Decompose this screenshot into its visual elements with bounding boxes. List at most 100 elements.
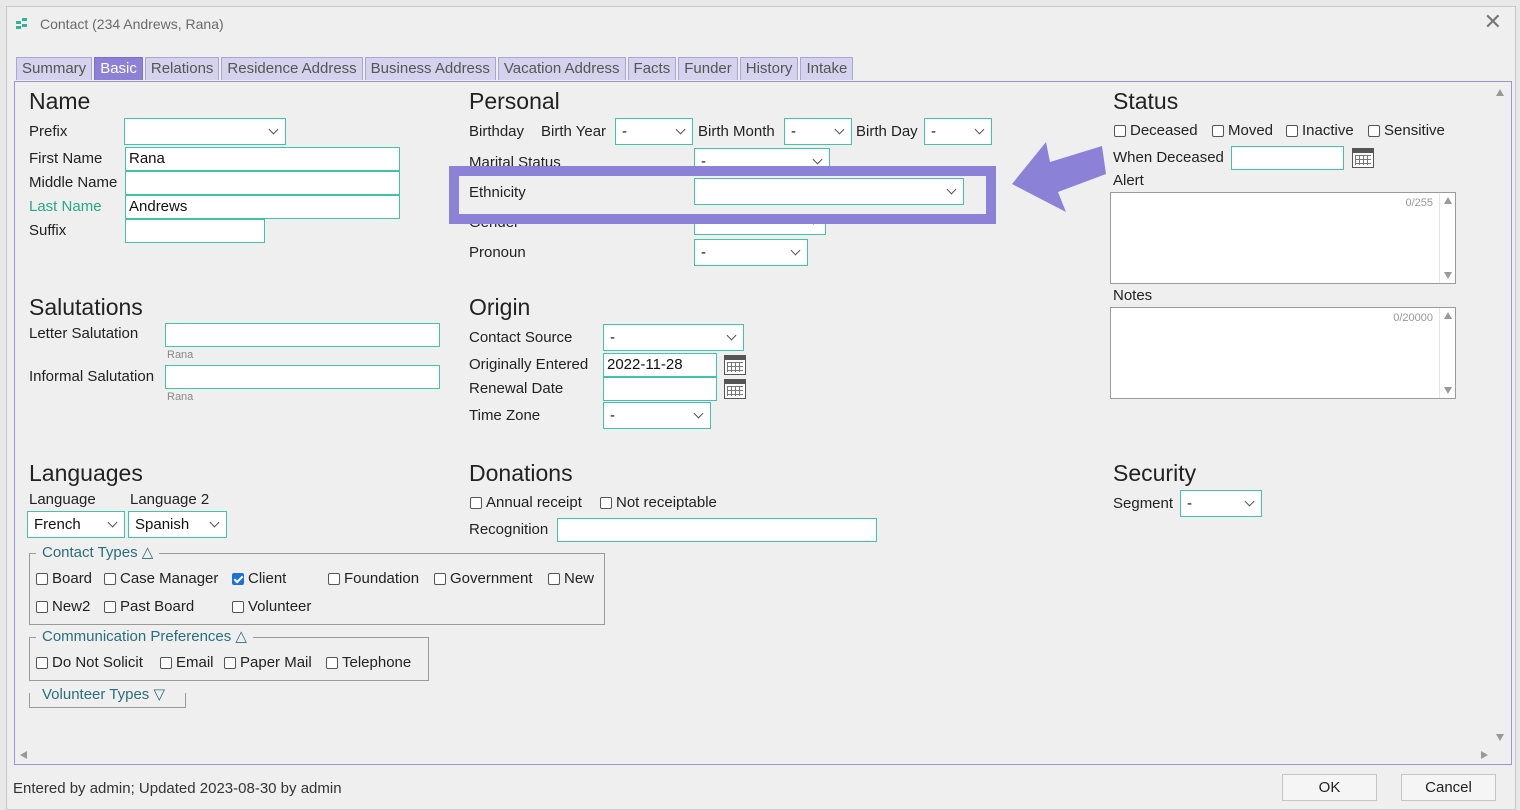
time-zone-label: Time Zone <box>469 407 541 424</box>
contact-source-value: - <box>610 329 615 346</box>
suffix-label: Suffix <box>29 222 67 239</box>
checkbox-not-receiptable[interactable]: Not receiptable <box>600 494 717 511</box>
checkbox-board[interactable]: Board <box>36 570 92 587</box>
panel-scroll-left-icon[interactable] <box>20 751 27 759</box>
alert-textarea[interactable]: 0/255 <box>1110 192 1456 284</box>
chevron-down-icon <box>268 124 279 135</box>
notes-label: Notes <box>1113 287 1153 304</box>
checkbox-foundation[interactable]: Foundation <box>328 570 419 587</box>
tab-history[interactable]: History <box>739 57 799 80</box>
contact-source-select[interactable]: - <box>603 324 744 351</box>
when-deceased-field[interactable] <box>1231 146 1344 170</box>
checkbox-client[interactable]: Client <box>232 570 286 587</box>
checkbox-moved[interactable]: Moved <box>1212 122 1273 139</box>
calendar-icon[interactable] <box>724 355 746 375</box>
volunteer-types-legend[interactable]: Volunteer Types ▽ <box>36 685 172 703</box>
pronoun-select[interactable]: - <box>694 239 808 266</box>
checkbox-volunteer[interactable]: Volunteer <box>232 598 311 615</box>
checkbox-icon <box>104 600 116 613</box>
checkbox-deceased[interactable]: Deceased <box>1114 122 1198 139</box>
checkbox-sensitive[interactable]: Sensitive <box>1368 122 1445 139</box>
first-name-field[interactable]: Rana <box>125 147 400 171</box>
personal-heading: Personal <box>469 88 560 114</box>
alert-counter: 0/255 <box>1405 197 1433 209</box>
originally-entered-field[interactable]: 2022-11-28 <box>603 353 717 377</box>
language2-select[interactable]: Spanish <box>128 511 227 538</box>
recognition-field[interactable] <box>557 518 877 542</box>
suffix-field[interactable] <box>125 219 265 243</box>
birth-month-select[interactable]: - <box>784 118 852 145</box>
volunteer-types-group: Volunteer Types ▽ <box>29 685 186 708</box>
window-title: Contact (234 Andrews, Rana) <box>40 16 224 32</box>
notes-textarea[interactable]: 0/20000 <box>1110 307 1456 399</box>
scroll-down-icon[interactable] <box>1444 387 1452 394</box>
informal-salutation-hint: Rana <box>167 391 194 403</box>
tab-funder[interactable]: Funder <box>678 57 738 80</box>
birth-month-label: Birth Month <box>698 123 775 140</box>
checkbox-paper-mail[interactable]: Paper Mail <box>224 654 312 671</box>
scroll-down-icon[interactable] <box>1444 272 1452 279</box>
notes-scrollbar[interactable] <box>1439 308 1455 398</box>
tab-residence-address[interactable]: Residence Address <box>221 57 363 80</box>
tab-relations[interactable]: Relations <box>144 57 220 80</box>
checkbox-case-manager[interactable]: Case Manager <box>104 570 218 587</box>
tab-business-address[interactable]: Business Address <box>364 57 496 80</box>
checkbox-icon <box>160 656 172 669</box>
renewal-date-field[interactable] <box>603 377 717 401</box>
segment-select[interactable]: - <box>1180 490 1262 517</box>
checkbox-label: Telephone <box>342 654 412 671</box>
checkbox-telephone[interactable]: Telephone <box>326 654 411 671</box>
middle-name-field[interactable] <box>125 171 400 195</box>
tab-intake[interactable]: Intake <box>800 57 854 80</box>
birth-year-select[interactable]: - <box>615 118 693 145</box>
ok-button[interactable]: OK <box>1282 774 1377 801</box>
checkbox-label: Volunteer <box>248 598 312 615</box>
origin-heading: Origin <box>469 294 531 320</box>
last-name-field[interactable]: Andrews <box>125 195 400 219</box>
scroll-up-icon[interactable] <box>1444 197 1452 204</box>
informal-salutation-field[interactable] <box>165 365 440 389</box>
ethnicity-label: Ethnicity <box>469 184 526 201</box>
birth-day-select[interactable]: - <box>924 118 992 145</box>
checkbox-icon <box>1368 124 1380 137</box>
panel-scroll-up-icon[interactable] <box>1496 89 1504 96</box>
time-zone-select[interactable]: - <box>603 402 711 429</box>
checkbox-icon <box>232 600 244 613</box>
checkbox-new2[interactable]: New2 <box>36 598 90 615</box>
letter-salutation-field[interactable] <box>165 323 440 347</box>
first-name-label: First Name <box>29 150 103 167</box>
chevron-down-icon <box>675 124 686 135</box>
checkbox-email[interactable]: Email <box>160 654 214 671</box>
ethnicity-select[interactable] <box>694 178 964 205</box>
calendar-icon[interactable] <box>724 379 746 399</box>
panel-scroll-down-icon[interactable] <box>1496 734 1504 741</box>
contact-types-legend[interactable]: Contact Types △ <box>36 543 160 561</box>
name-heading: Name <box>29 88 91 114</box>
scroll-up-icon[interactable] <box>1444 312 1452 319</box>
checkbox-government[interactable]: Government <box>434 570 533 587</box>
close-icon[interactable]: ✕ <box>1484 11 1502 33</box>
tab-facts[interactable]: Facts <box>627 57 677 80</box>
letter-salutation-hint: Rana <box>167 349 194 361</box>
panel-scroll-right-icon[interactable] <box>1481 751 1488 759</box>
cancel-button[interactable]: Cancel <box>1401 774 1496 801</box>
checkbox-do-not-solicit[interactable]: Do Not Solicit <box>36 654 143 671</box>
checkbox-label: Foundation <box>344 570 420 587</box>
tab-vacation-address[interactable]: Vacation Address <box>497 57 626 80</box>
language-value: French <box>34 516 81 533</box>
checkbox-past-board[interactable]: Past Board <box>104 598 194 615</box>
salutations-heading: Salutations <box>29 294 143 320</box>
prefix-select[interactable] <box>124 118 286 145</box>
communication-preferences-legend[interactable]: Communication Preferences △ <box>36 627 253 645</box>
checkbox-icon <box>470 496 482 509</box>
tab-summary[interactable]: Summary <box>16 57 93 80</box>
recognition-label: Recognition <box>469 521 549 538</box>
chevron-down-icon <box>812 154 823 165</box>
checkbox-annual-receipt[interactable]: Annual receipt <box>470 494 582 511</box>
language-select[interactable]: French <box>27 511 125 538</box>
checkbox-inactive[interactable]: Inactive <box>1286 122 1354 139</box>
tab-basic[interactable]: Basic <box>94 57 143 80</box>
alert-scrollbar[interactable] <box>1439 193 1455 283</box>
calendar-icon[interactable] <box>1352 148 1374 168</box>
checkbox-new[interactable]: New <box>548 570 594 587</box>
